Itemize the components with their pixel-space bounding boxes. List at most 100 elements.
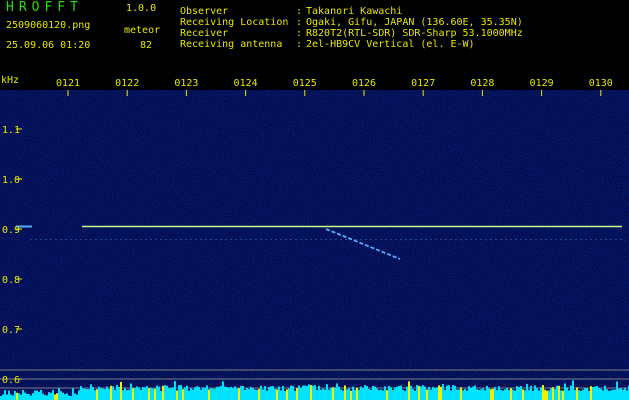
noise-bar xyxy=(144,387,146,400)
noise-bar xyxy=(534,385,536,400)
noise-bar xyxy=(252,388,254,400)
noise-bar xyxy=(158,386,160,400)
noise-bar xyxy=(34,390,36,400)
noise-bar xyxy=(370,389,372,400)
noise-bar xyxy=(308,384,310,400)
noise-bar xyxy=(520,386,522,400)
noise-bar xyxy=(168,388,170,400)
noise-bar xyxy=(318,385,320,400)
noise-bar xyxy=(372,385,374,400)
noise-bar xyxy=(360,386,362,400)
noise-bar xyxy=(598,387,600,400)
noise-bar xyxy=(104,389,106,400)
noise-bar xyxy=(164,385,166,400)
noise-bar xyxy=(4,390,6,400)
noise-bar xyxy=(18,393,20,400)
noise-bar xyxy=(82,388,84,400)
noise-bar xyxy=(142,387,144,400)
noise-bar xyxy=(438,385,440,400)
noise-bar xyxy=(398,385,400,400)
noise-bar xyxy=(220,385,222,400)
noise-bar xyxy=(234,386,236,400)
time-tick-label: 0124 xyxy=(234,78,258,89)
noise-bar xyxy=(544,389,546,400)
noise-bar xyxy=(488,388,490,400)
noise-bar xyxy=(124,387,126,400)
noise-bar xyxy=(196,386,198,400)
noise-bar xyxy=(54,394,56,400)
noise-bar xyxy=(332,387,334,400)
noise-bar xyxy=(46,395,48,400)
noise-bar xyxy=(202,387,204,400)
noise-bar xyxy=(236,388,238,400)
noise-bar xyxy=(60,391,62,400)
noise-bar xyxy=(230,386,232,400)
noise-bar xyxy=(476,389,478,400)
noise-bar xyxy=(600,388,602,400)
noise-bar xyxy=(74,393,76,400)
noise-bar xyxy=(594,386,596,400)
noise-bar xyxy=(564,383,566,400)
frequency-tick-label: 1.0 xyxy=(2,175,20,186)
noise-bar xyxy=(154,388,156,400)
noise-bar xyxy=(312,385,314,400)
noise-bar xyxy=(602,390,604,400)
noise-bar xyxy=(554,389,556,400)
noise-bar xyxy=(294,390,296,400)
noise-bar xyxy=(502,390,504,400)
noise-bar xyxy=(414,390,416,400)
noise-bar xyxy=(478,389,480,400)
noise-bar xyxy=(408,381,410,400)
noise-bar xyxy=(112,386,114,400)
noise-bar xyxy=(78,390,80,400)
noise-bar xyxy=(380,389,382,400)
noise-bar xyxy=(580,390,582,400)
noise-bar xyxy=(172,387,174,400)
noise-bar xyxy=(368,388,370,400)
noise-bar xyxy=(350,390,352,400)
noise-bar xyxy=(214,388,216,400)
noise-bar xyxy=(386,390,388,400)
info-key-antenna: Receiving antenna xyxy=(180,39,283,50)
noise-bar xyxy=(532,390,534,400)
noise-bar xyxy=(98,386,100,400)
noise-bar xyxy=(314,385,316,400)
noise-bar xyxy=(306,386,308,400)
noise-bar xyxy=(184,387,186,400)
noise-bar xyxy=(148,388,150,400)
noise-bar xyxy=(510,388,512,400)
noise-bar xyxy=(512,389,514,400)
noise-bar xyxy=(482,388,484,400)
noise-bar xyxy=(344,385,346,400)
noise-bar xyxy=(8,390,10,400)
noise-bar xyxy=(336,383,338,400)
noise-bar xyxy=(216,386,218,400)
noise-bar xyxy=(324,389,326,400)
noise-bar xyxy=(428,387,430,400)
noise-bar xyxy=(382,390,384,400)
noise-bar xyxy=(40,390,42,400)
noise-bar xyxy=(420,386,422,400)
noise-bar xyxy=(280,390,282,400)
noise-bar xyxy=(514,390,516,400)
app-version: 1.0.0 xyxy=(126,3,157,14)
noise-bar xyxy=(458,389,460,400)
noise-bar xyxy=(468,386,470,400)
noise-bar xyxy=(592,386,594,400)
noise-bar xyxy=(42,393,44,400)
noise-bar xyxy=(572,380,574,400)
noise-bar xyxy=(290,385,292,400)
noise-bar xyxy=(518,387,520,400)
noise-bar xyxy=(624,387,626,400)
noise-bar xyxy=(94,390,96,400)
noise-bar xyxy=(84,388,86,400)
noise-bar xyxy=(590,386,592,400)
noise-bar xyxy=(560,390,562,400)
noise-bar xyxy=(16,392,18,400)
noise-bar xyxy=(394,387,396,400)
time-tick-label: 0126 xyxy=(352,78,376,89)
noise-bar xyxy=(460,387,462,400)
noise-bar xyxy=(228,387,230,400)
noise-bar xyxy=(486,385,488,400)
noise-bar xyxy=(134,388,136,400)
